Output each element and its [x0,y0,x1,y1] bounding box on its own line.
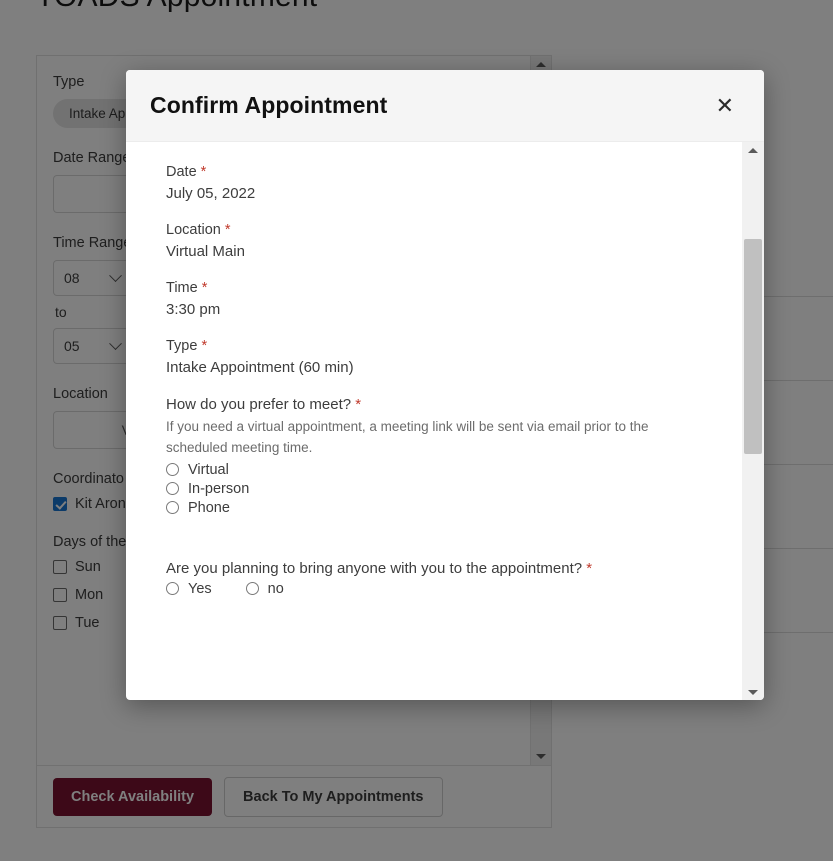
radio-label: Virtual [188,461,229,478]
date-label: Date * [166,164,742,180]
scroll-down-arrow-icon[interactable] [742,684,764,700]
required-asterisk: * [201,280,208,296]
location-label-text: Location [166,222,221,238]
radio-option-virtual[interactable]: Virtual [166,462,742,478]
prefer-question-text: How do you prefer to meet? [166,396,352,413]
type-label-text: Type [166,338,198,354]
radio-option-phone[interactable]: Phone [166,500,742,516]
scrollbar-thumb[interactable] [744,239,762,454]
prefer-question-label: How do you prefer to meet? * [166,396,742,413]
prefer-question-help: If you need a virtual appointment, a mee… [166,419,649,455]
confirm-appointment-modal: Confirm Appointment ✕ Date * July 05, 20… [126,70,764,700]
bring-question-label: Are you planning to bring anyone with yo… [166,560,742,577]
modal-scrollbar[interactable] [742,142,764,700]
required-asterisk: * [200,164,207,180]
date-label-text: Date [166,164,197,180]
bring-question-text: Are you planning to bring anyone with yo… [166,559,583,577]
required-asterisk: * [224,222,231,238]
question-prefer-to-meet: How do you prefer to meet? * If you need… [166,396,742,516]
location-label: Location * [166,222,742,238]
required-asterisk: * [201,338,208,354]
radio-icon[interactable] [245,582,259,596]
radio-label: Phone [188,499,230,516]
radio-icon[interactable] [166,582,179,596]
date-value: July 05, 2022 [166,185,256,202]
radio-option-in-person[interactable]: In-person [166,481,742,497]
radio-option-no[interactable]: no [245,580,284,597]
time-value: 3:30 pm [166,301,221,318]
radio-label: In-person [188,480,250,497]
time-label-text: Time [166,280,198,296]
field-time: Time * 3:30 pm [166,280,742,318]
modal-header: Confirm Appointment ✕ [126,70,764,142]
field-date: Date * July 05, 2022 [166,164,742,202]
location-value: Virtual Main [166,243,245,260]
type-value: Intake Appointment (60 min) [166,359,354,376]
type-label: Type * [166,338,742,354]
scroll-up-arrow-icon[interactable] [742,142,764,158]
modal-title: Confirm Appointment [150,92,388,118]
modal-body-wrap: Date * July 05, 2022 Location * Virtual … [126,142,764,700]
field-type: Type * Intake Appointment (60 min) [166,338,742,376]
field-location: Location * Virtual Main [166,222,742,260]
question-bring-anyone: Are you planning to bring anyone with yo… [166,560,742,597]
radio-icon[interactable] [166,501,179,515]
radio-label: no [267,580,284,597]
radio-option-yes[interactable]: Yes [166,581,212,597]
time-label: Time * [166,280,742,296]
radio-icon[interactable] [166,482,179,496]
radio-label: Yes [188,580,212,597]
radio-icon[interactable] [166,463,179,477]
required-asterisk: * [586,559,593,577]
bring-question-options: Yes no [166,581,742,597]
modal-body: Date * July 05, 2022 Location * Virtual … [126,142,742,700]
required-asterisk: * [355,396,362,413]
close-icon[interactable]: ✕ [708,89,742,123]
